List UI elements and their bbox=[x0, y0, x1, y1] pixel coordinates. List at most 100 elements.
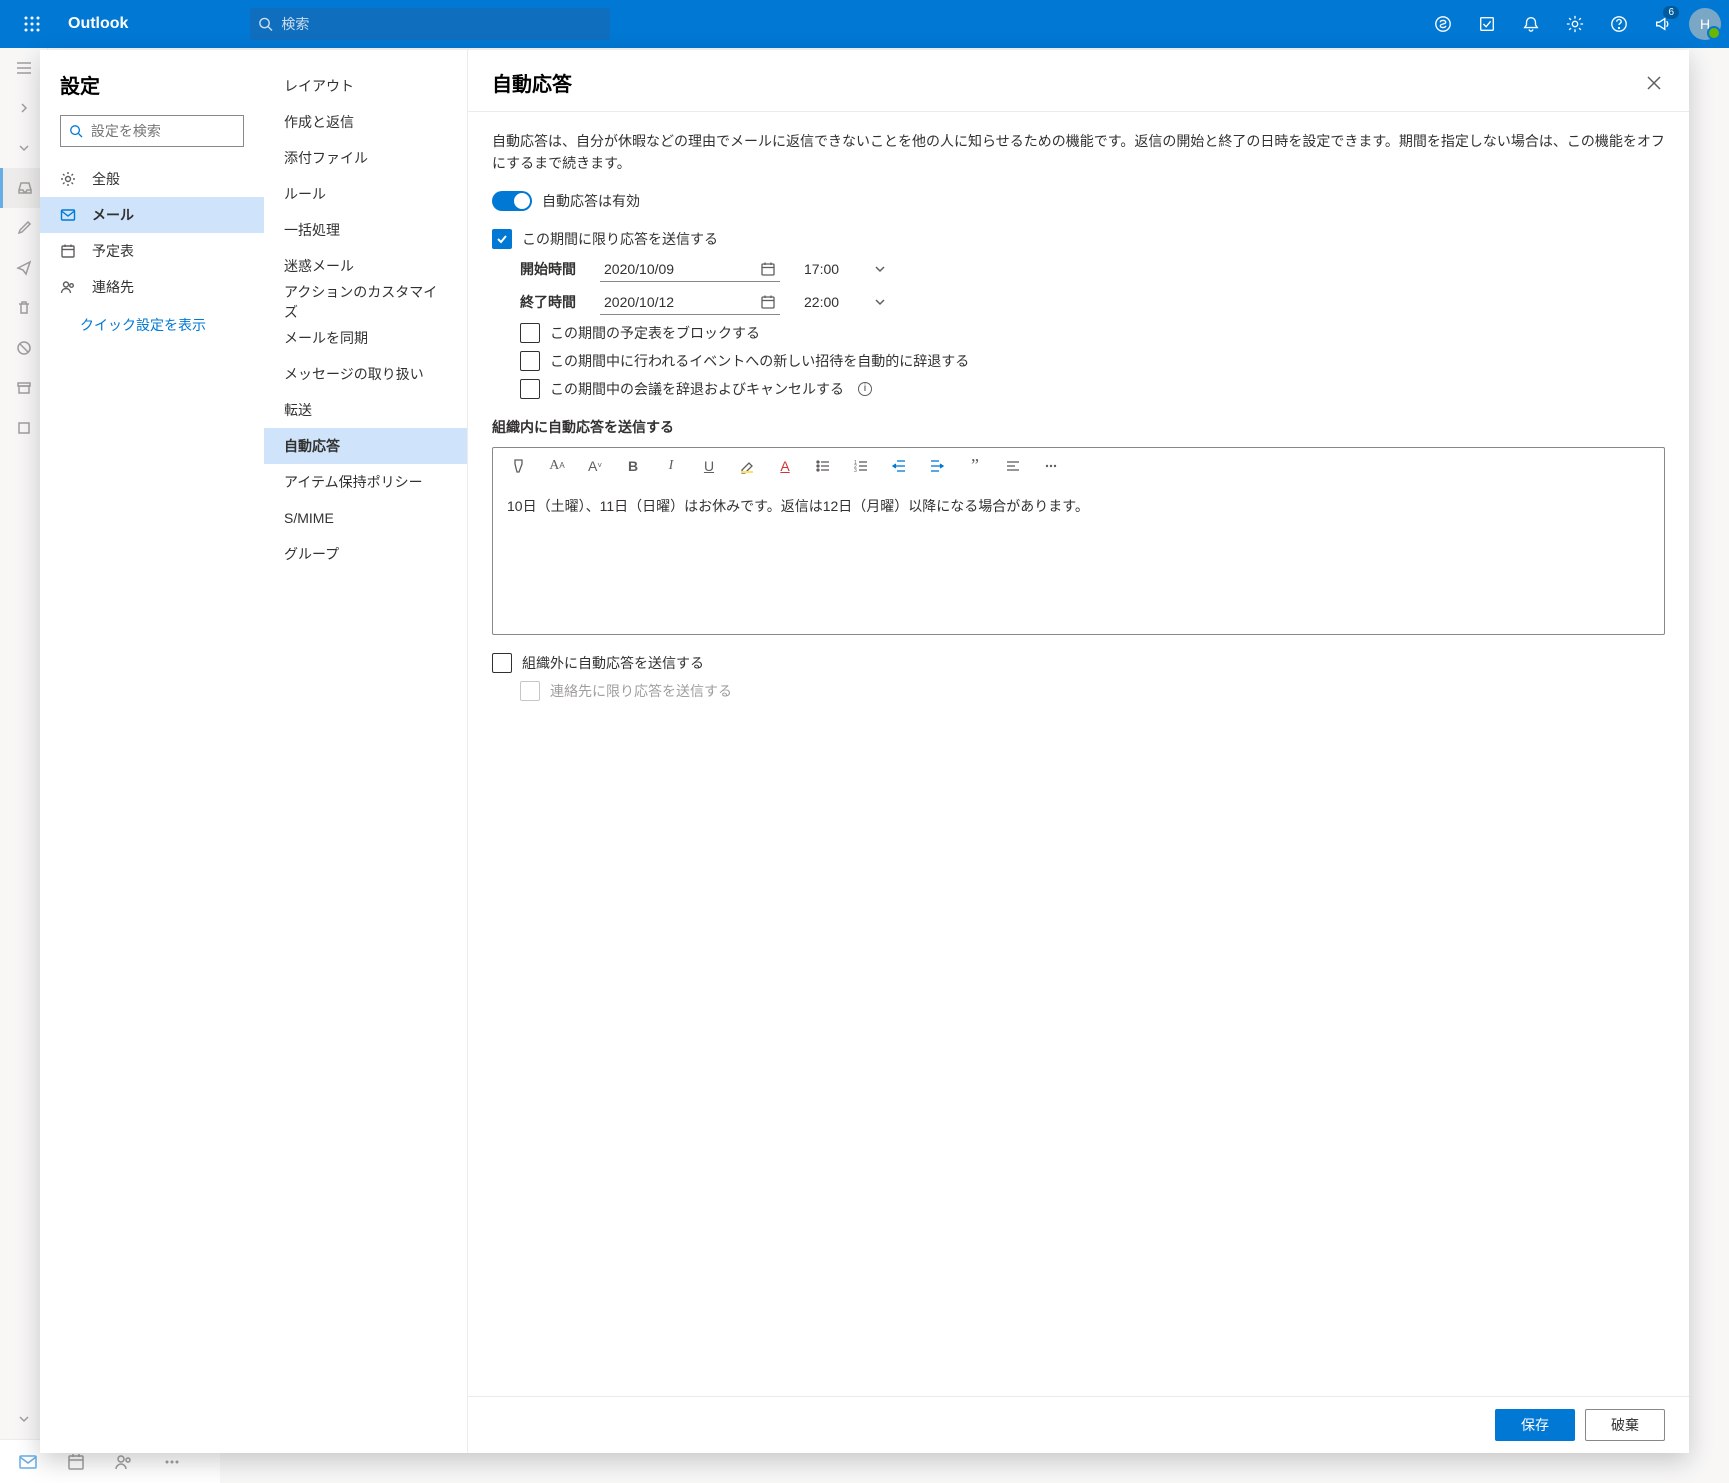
app-brand[interactable]: Outlook bbox=[56, 15, 140, 33]
category-label: 全般 bbox=[92, 169, 120, 189]
period-checkbox[interactable] bbox=[492, 229, 512, 249]
search-input[interactable] bbox=[281, 16, 602, 32]
format-painter-icon[interactable] bbox=[507, 454, 531, 478]
search-icon bbox=[69, 123, 83, 139]
app-launcher-icon[interactable] bbox=[8, 0, 56, 48]
svg-text:3: 3 bbox=[854, 468, 857, 474]
outside-org-checkbox[interactable] bbox=[492, 653, 512, 673]
bullet-list-icon[interactable] bbox=[811, 454, 835, 478]
end-time-value: 22:00 bbox=[804, 294, 839, 310]
font-color-icon[interactable]: A bbox=[773, 454, 797, 478]
period-check-label: この期間に限り応答を送信する bbox=[522, 229, 718, 249]
calendar-icon bbox=[60, 243, 78, 259]
opt-smime[interactable]: S/MIME bbox=[264, 500, 467, 536]
quote-icon[interactable]: ” bbox=[963, 454, 987, 478]
global-search[interactable] bbox=[250, 8, 610, 40]
avatar[interactable]: H bbox=[1689, 8, 1721, 40]
settings-icon[interactable] bbox=[1553, 0, 1597, 48]
end-time-dropdown[interactable]: 22:00 bbox=[800, 290, 890, 314]
calendar-icon bbox=[760, 261, 776, 277]
opt-autoreply[interactable]: 自動応答 bbox=[264, 428, 467, 464]
settings-search-input[interactable] bbox=[91, 123, 235, 139]
pane-description: 自動応答は、自分が休暇などの理由でメールに返信できないことを他の人に知らせるため… bbox=[492, 130, 1665, 175]
mail-icon bbox=[60, 207, 78, 223]
category-calendar[interactable]: 予定表 bbox=[40, 233, 264, 269]
skype-icon[interactable] bbox=[1421, 0, 1465, 48]
autoreply-toggle[interactable] bbox=[492, 191, 532, 211]
decline-new-label: この期間中に行われるイベントへの新しい招待を自動的に辞退する bbox=[550, 351, 969, 371]
end-date-value: 2020/10/12 bbox=[604, 294, 674, 310]
gear-icon bbox=[60, 171, 78, 187]
todo-icon[interactable] bbox=[1465, 0, 1509, 48]
italic-icon[interactable]: I bbox=[659, 454, 683, 478]
info-icon[interactable]: i bbox=[858, 382, 872, 396]
more-format-icon[interactable] bbox=[1039, 454, 1063, 478]
settings-content-pane: 自動応答 自動応答は、自分が休暇などの理由でメールに返信できないことを他の人に知… bbox=[468, 50, 1689, 1453]
opt-sweep[interactable]: 一括処理 bbox=[264, 212, 467, 248]
start-label: 開始時間 bbox=[520, 259, 580, 279]
save-button[interactable]: 保存 bbox=[1495, 1409, 1575, 1441]
opt-message-handling[interactable]: メッセージの取り扱い bbox=[264, 356, 467, 392]
notification-badge: 6 bbox=[1663, 6, 1679, 19]
category-label: 予定表 bbox=[92, 241, 134, 261]
pane-title: 自動応答 bbox=[492, 68, 572, 97]
indent-icon[interactable] bbox=[925, 454, 949, 478]
block-calendar-label: この期間の予定表をブロックする bbox=[550, 323, 760, 343]
help-icon[interactable] bbox=[1597, 0, 1641, 48]
settings-search[interactable] bbox=[60, 115, 244, 147]
chevron-down-icon bbox=[874, 263, 886, 275]
discard-button[interactable]: 破棄 bbox=[1585, 1409, 1665, 1441]
outside-org-label: 組織外に自動応答を送信する bbox=[522, 653, 704, 673]
calendar-icon bbox=[760, 294, 776, 310]
font-family-icon[interactable]: AA bbox=[545, 454, 569, 478]
people-icon bbox=[60, 279, 78, 295]
search-icon bbox=[258, 16, 273, 32]
decline-new-checkbox[interactable] bbox=[520, 351, 540, 371]
contacts-only-label: 連絡先に限り応答を送信する bbox=[550, 681, 732, 701]
megaphone-icon[interactable]: 6 bbox=[1641, 0, 1685, 48]
bold-icon[interactable]: B bbox=[621, 454, 645, 478]
settings-modal: 設定 全般 メール 予定表 連絡先 クイック設定を表示 bbox=[40, 50, 1689, 1453]
opt-groups[interactable]: グループ bbox=[264, 536, 467, 572]
opt-rules[interactable]: ルール bbox=[264, 176, 467, 212]
cancel-meetings-checkbox[interactable] bbox=[520, 379, 540, 399]
opt-sync[interactable]: メールを同期 bbox=[264, 320, 467, 356]
font-size-icon[interactable]: A˅ bbox=[583, 454, 607, 478]
inside-org-label: 組織内に自動応答を送信する bbox=[492, 417, 1665, 437]
opt-compose[interactable]: 作成と返信 bbox=[264, 104, 467, 140]
quick-settings-link[interactable]: クイック設定を表示 bbox=[40, 305, 264, 335]
settings-title: 設定 bbox=[40, 70, 264, 115]
opt-forwarding[interactable]: 転送 bbox=[264, 392, 467, 428]
underline-icon[interactable]: U bbox=[697, 454, 721, 478]
opt-junk[interactable]: 迷惑メール bbox=[264, 248, 467, 284]
close-button[interactable] bbox=[1643, 72, 1665, 94]
start-date-input[interactable]: 2020/10/09 bbox=[600, 257, 780, 282]
opt-customize-actions[interactable]: アクションのカスタマイズ bbox=[264, 284, 467, 320]
block-calendar-checkbox[interactable] bbox=[520, 323, 540, 343]
category-mail[interactable]: メール bbox=[40, 197, 264, 233]
outdent-icon[interactable] bbox=[887, 454, 911, 478]
toggle-label: 自動応答は有効 bbox=[542, 191, 640, 211]
start-time-dropdown[interactable]: 17:00 bbox=[800, 257, 890, 281]
autoreply-editor: AA A˅ B I U A 123 ” 10日（土曜）、11日（日曜）はお休みで… bbox=[492, 447, 1665, 635]
opt-layout[interactable]: レイアウト bbox=[264, 68, 467, 104]
category-label: メール bbox=[92, 205, 134, 225]
end-date-input[interactable]: 2020/10/12 bbox=[600, 290, 780, 315]
category-label: 連絡先 bbox=[92, 277, 134, 297]
cancel-meetings-label: この期間中の会議を辞退およびキャンセルする bbox=[550, 379, 844, 399]
align-icon[interactable] bbox=[1001, 454, 1025, 478]
chevron-down-icon bbox=[874, 296, 886, 308]
editor-toolbar: AA A˅ B I U A 123 ” bbox=[493, 448, 1664, 484]
start-date-value: 2020/10/09 bbox=[604, 261, 674, 277]
category-general[interactable]: 全般 bbox=[40, 161, 264, 197]
notifications-icon[interactable] bbox=[1509, 0, 1553, 48]
editor-content[interactable]: 10日（土曜）、11日（日曜）はお休みです。返信は12日（月曜）以降になる場合が… bbox=[493, 484, 1664, 634]
opt-retention[interactable]: アイテム保持ポリシー bbox=[264, 464, 467, 500]
app-header: Outlook 6 H bbox=[0, 0, 1729, 48]
start-time-value: 17:00 bbox=[804, 261, 839, 277]
contacts-only-checkbox bbox=[520, 681, 540, 701]
opt-attachments[interactable]: 添付ファイル bbox=[264, 140, 467, 176]
highlight-icon[interactable] bbox=[735, 454, 759, 478]
category-people[interactable]: 連絡先 bbox=[40, 269, 264, 305]
number-list-icon[interactable]: 123 bbox=[849, 454, 873, 478]
